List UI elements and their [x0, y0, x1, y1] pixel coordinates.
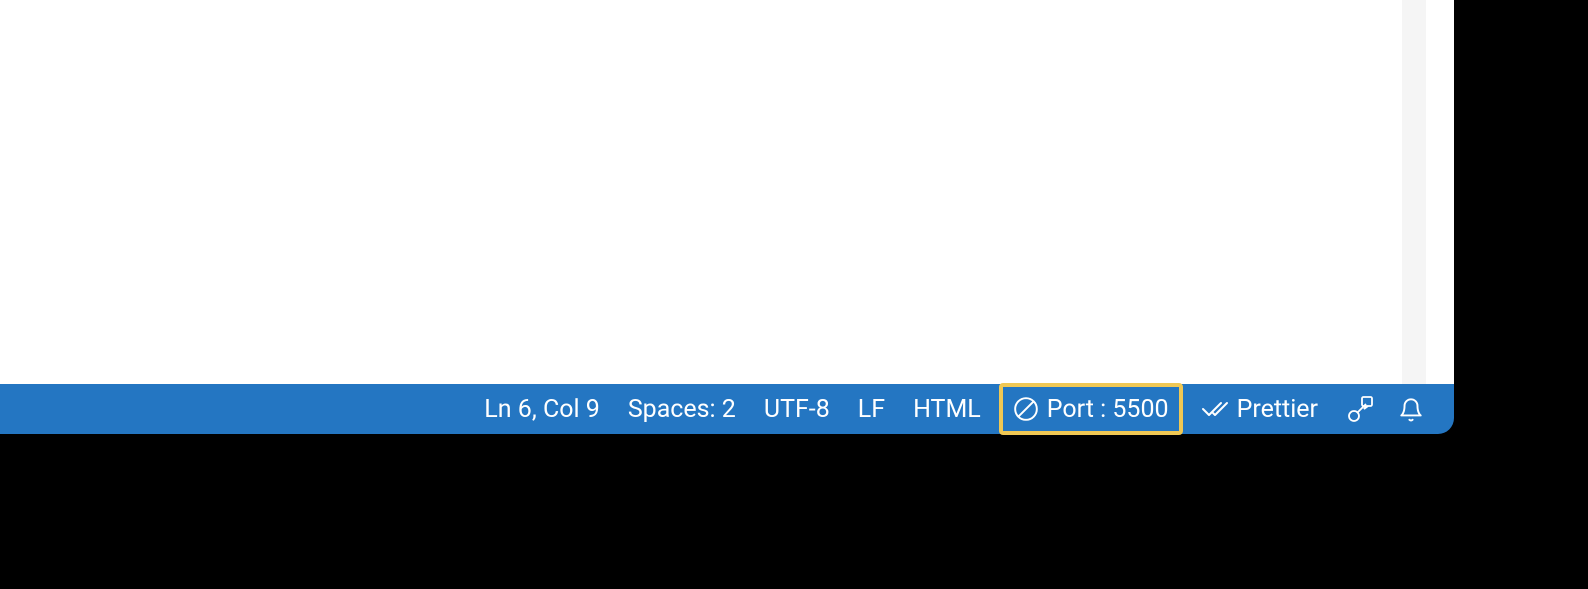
- language-mode-label: HTML: [913, 395, 981, 424]
- indentation-label: Spaces: 2: [628, 395, 736, 424]
- indentation-item[interactable]: Spaces: 2: [614, 387, 750, 431]
- prettier-item[interactable]: Prettier: [1187, 387, 1332, 431]
- live-server-item[interactable]: Port : 5500: [999, 383, 1183, 435]
- cursor-position-item[interactable]: Ln 6, Col 9: [470, 387, 614, 431]
- language-mode-item[interactable]: HTML: [899, 387, 995, 431]
- prettier-label: Prettier: [1237, 395, 1318, 424]
- status-bar: Ln 6, Col 9 Spaces: 2 UTF-8 LF HTML Port…: [0, 384, 1454, 434]
- bell-icon: [1398, 395, 1424, 423]
- live-server-label: Port : 5500: [1047, 395, 1169, 424]
- feedback-item[interactable]: [1332, 387, 1386, 431]
- eol-item[interactable]: LF: [844, 387, 899, 431]
- encoding-label: UTF-8: [764, 395, 830, 424]
- feedback-icon: [1344, 394, 1374, 424]
- encoding-item[interactable]: UTF-8: [750, 387, 844, 431]
- eol-label: LF: [858, 395, 885, 424]
- double-check-icon: [1201, 398, 1229, 420]
- cursor-position-label: Ln 6, Col 9: [484, 395, 600, 424]
- editor-scrollbar[interactable]: [1402, 0, 1426, 384]
- cancel-circle-icon: [1013, 396, 1039, 422]
- editor-area[interactable]: [0, 0, 1454, 384]
- notifications-item[interactable]: [1386, 387, 1436, 431]
